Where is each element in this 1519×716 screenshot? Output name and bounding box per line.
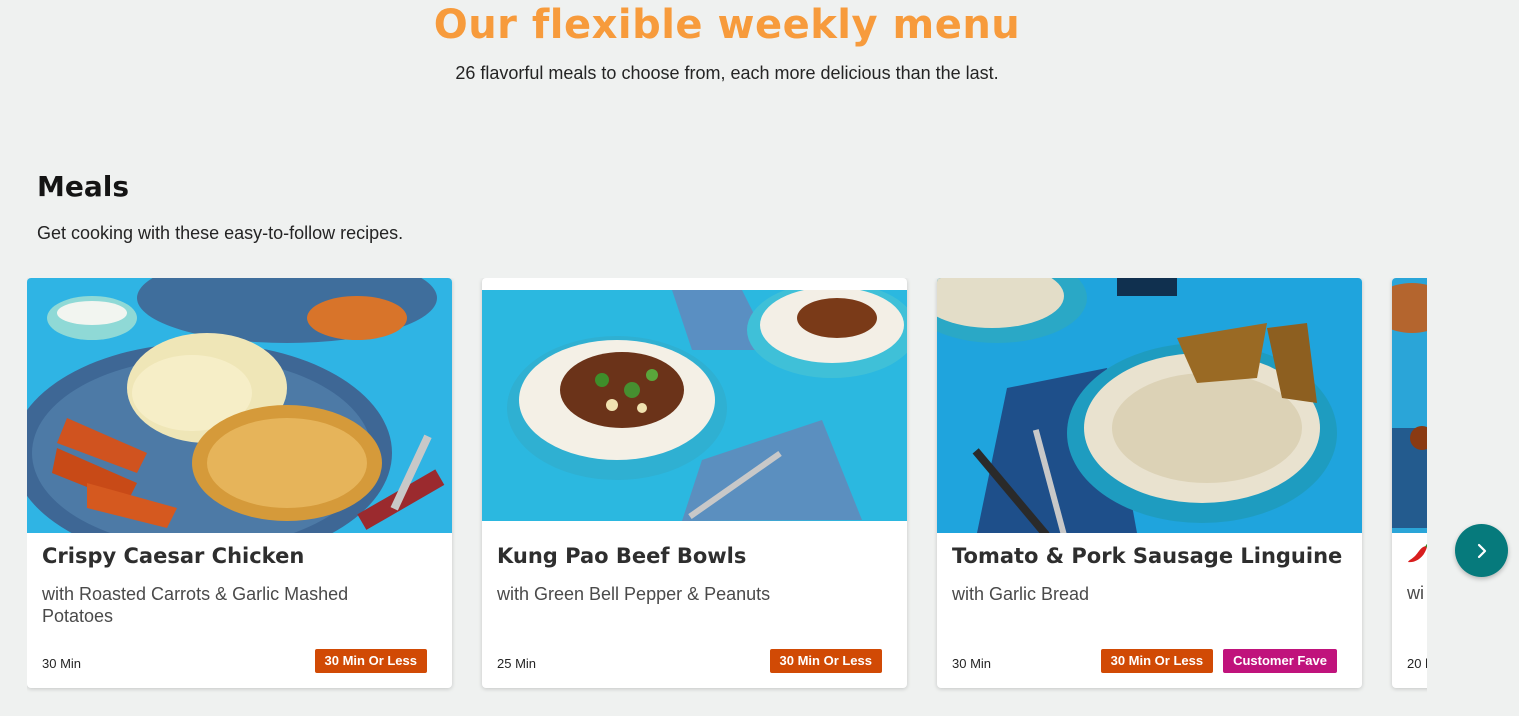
meal-card[interactable]: wi 20 l <box>1392 278 1427 688</box>
meal-image[interactable] <box>1392 278 1427 533</box>
meal-time: 30 Min <box>952 656 992 671</box>
section-title: Meals <box>37 170 130 203</box>
hero-title: Our flexible weekly menu <box>433 2 1021 48</box>
meal-description: with Roasted Carrots & Garlic Mashed Pot… <box>42 584 349 626</box>
meal-tags: 30 Min Or Less <box>769 649 882 673</box>
carousel-next-button[interactable] <box>1455 524 1508 577</box>
chili-pepper-icon <box>1407 543 1427 569</box>
meal-title[interactable]: Tomato & Pork Sausage Linguine <box>952 544 1350 568</box>
meal-time: 20 l <box>1407 656 1427 671</box>
meal-tags: 30 Min Or Less <box>314 649 427 673</box>
meal-image[interactable] <box>27 278 452 533</box>
beef-bowl-photo-icon <box>482 290 907 521</box>
section-subtitle: Get cooking with these easy-to-follow re… <box>37 223 404 243</box>
meal-image[interactable] <box>937 278 1362 533</box>
meal-tags: 30 Min Or Less Customer Fave <box>1100 649 1337 673</box>
meal-photo-icon <box>1392 278 1427 533</box>
meal-card[interactable]: Crispy Caesar Chicken with Roasted Carro… <box>27 278 452 688</box>
tag-customer-fave: Customer Fave <box>1223 649 1337 673</box>
meal-description: with Green Bell Pepper & Peanuts <box>497 584 771 604</box>
chevron-right-icon <box>1477 543 1486 558</box>
meal-title[interactable]: Crispy Caesar Chicken <box>42 544 440 568</box>
hero-subtitle: 26 flavorful meals to choose from, each … <box>455 63 999 83</box>
linguine-bowl-photo-icon <box>937 278 1362 533</box>
meal-title[interactable]: Kung Pao Beef Bowls <box>497 544 895 568</box>
meal-description: with Garlic Bread <box>952 584 1090 604</box>
meal-image[interactable] <box>482 290 907 521</box>
tag-30-min: 30 Min Or Less <box>1100 649 1214 673</box>
chicken-plate-photo-icon <box>27 278 452 533</box>
meal-description: wi <box>1407 583 1424 603</box>
tag-30-min: 30 Min Or Less <box>769 649 882 673</box>
meal-carousel: Crispy Caesar Chicken with Roasted Carro… <box>27 278 1427 698</box>
tag-30-min: 30 Min Or Less <box>314 649 427 673</box>
meal-time: 25 Min <box>497 656 537 671</box>
meal-time: 30 Min <box>42 656 82 671</box>
meal-card[interactable]: Kung Pao Beef Bowls with Green Bell Pepp… <box>482 278 907 688</box>
meal-card[interactable]: Tomato & Pork Sausage Linguine with Garl… <box>937 278 1362 688</box>
